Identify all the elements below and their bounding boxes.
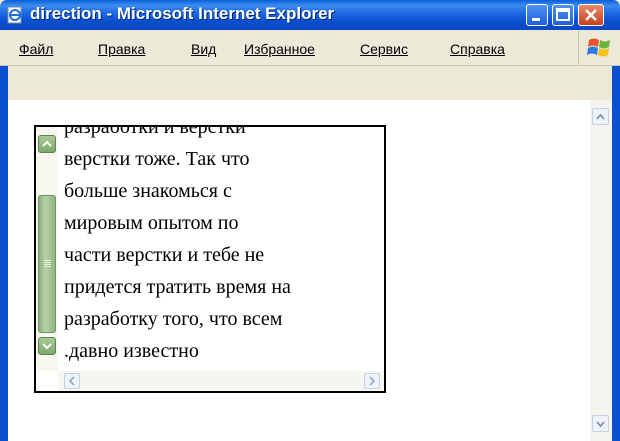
box-scroll-left-button[interactable] xyxy=(64,373,80,389)
window-frame-left xyxy=(0,66,8,441)
chevron-up-icon xyxy=(42,140,52,147)
box-scroll-down-button[interactable] xyxy=(38,337,56,355)
chevron-down-icon xyxy=(42,343,52,350)
direction-rtl-box[interactable]: разработки и верстки верстки тоже. Так ч… xyxy=(34,125,386,393)
chevron-down-icon xyxy=(596,421,605,428)
box-hscroll-track[interactable] xyxy=(82,373,372,389)
ie-page-icon xyxy=(6,6,24,24)
box-scroll-up-button[interactable] xyxy=(38,135,56,153)
text-line: больше знакомься с xyxy=(64,180,232,202)
chevron-up-icon xyxy=(596,113,605,120)
text-line: части верстки и тебе не xyxy=(64,244,265,266)
text-line: мировым опытом по xyxy=(64,212,239,234)
page-vertical-scrollbar[interactable] xyxy=(590,100,612,441)
menu-file[interactable]: Файл xyxy=(19,41,53,57)
box-horizontal-scrollbar[interactable] xyxy=(58,371,384,391)
menu-help[interactable]: Справка xyxy=(450,41,505,57)
window-title: direction - Microsoft Internet Explorer xyxy=(30,4,335,23)
box-scroll-thumb[interactable] xyxy=(38,195,56,333)
text-line: разработку того, что всем xyxy=(64,308,283,330)
maximize-button[interactable] xyxy=(552,4,574,26)
menu-favorites[interactable]: Избранное xyxy=(244,41,315,57)
text-line: разработки и верстки xyxy=(64,125,246,138)
box-vertical-scrollbar[interactable] xyxy=(36,127,58,371)
windows-logo-icon xyxy=(578,30,620,66)
page-scroll-up-button[interactable] xyxy=(592,108,609,125)
minimize-button[interactable] xyxy=(526,4,548,26)
chevron-right-icon xyxy=(369,376,376,386)
title-bar[interactable]: direction - Microsoft Internet Explorer xyxy=(0,0,620,30)
box-scroll-right-button[interactable] xyxy=(364,373,380,389)
box-text: разработки и верстки верстки тоже. Так ч… xyxy=(64,125,384,367)
menu-view[interactable]: Вид xyxy=(191,41,216,57)
menu-tools[interactable]: Сервис xyxy=(360,41,408,57)
window-frame-right xyxy=(612,66,620,441)
menu-bar: Файл Правка Вид Избранное Сервис Справка xyxy=(0,30,620,66)
menu-edit[interactable]: Правка xyxy=(98,41,145,57)
text-line: верстки тоже. Так что xyxy=(64,148,250,170)
chevron-left-icon xyxy=(68,376,75,386)
page-scroll-down-button[interactable] xyxy=(592,415,609,432)
text-line: .давно известно xyxy=(64,340,199,362)
text-line: придется тратить время на xyxy=(64,276,291,298)
close-button[interactable] xyxy=(578,4,604,26)
